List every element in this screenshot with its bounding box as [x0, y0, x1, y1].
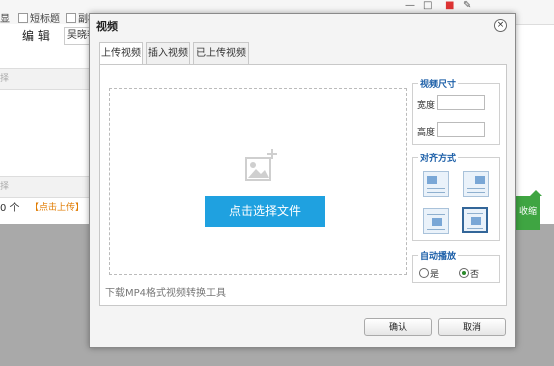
align-line: [427, 192, 445, 193]
tab-upload-video[interactable]: 上传视频: [99, 42, 143, 65]
choose-file-button[interactable]: 点击选择文件: [205, 196, 325, 227]
height-input[interactable]: [437, 122, 485, 137]
select-field-1[interactable]: 择: [0, 68, 92, 90]
autoplay-legend: 自动播放: [418, 249, 459, 262]
align-line: [467, 213, 483, 214]
dialog-title: 视频: [96, 20, 118, 33]
autoplay-no-label: 否: [470, 270, 480, 280]
alignment-group: 对齐方式: [412, 151, 500, 241]
red-icon[interactable]: ■: [445, 0, 454, 11]
select-field-1-label: 择: [0, 74, 10, 84]
radio-dot: [459, 268, 469, 278]
align-right-option[interactable]: [463, 171, 489, 197]
video-size-group: 视频尺寸 宽度 高度: [412, 77, 500, 145]
align-line: [467, 192, 485, 193]
file-count: 0 个: [0, 203, 20, 214]
align-picture: [475, 176, 485, 184]
upload-dropzone[interactable]: 点击选择文件: [109, 88, 407, 275]
checkbox-short-title[interactable]: 短标题: [18, 10, 60, 25]
select-field-2-label: 择: [0, 182, 10, 192]
confirm-button[interactable]: 确认: [364, 318, 432, 336]
edit-label: 编 辑: [22, 29, 50, 43]
align-line: [427, 188, 445, 189]
autoplay-group: 自动播放 是 否: [412, 249, 500, 283]
alignment-legend: 对齐方式: [418, 151, 459, 164]
align-line: [427, 229, 445, 230]
video-size-legend: 视频尺寸: [418, 77, 459, 90]
align-picture: [471, 217, 481, 225]
align-none-option[interactable]: [423, 208, 449, 234]
align-left-option[interactable]: [423, 171, 449, 197]
align-picture: [432, 218, 442, 226]
radio-dot: [419, 268, 429, 278]
width-label: 宽度: [417, 101, 436, 111]
clip-icon[interactable]: ✎: [463, 0, 471, 11]
image-add-icon: [245, 149, 277, 181]
align-center-option[interactable]: [462, 207, 488, 233]
width-input[interactable]: [437, 95, 485, 110]
align-line: [467, 228, 483, 229]
close-icon[interactable]: ×: [494, 19, 507, 32]
autoplay-yes-radio[interactable]: 是: [419, 267, 439, 280]
tab-panel: 点击选择文件 下载MP4格式视频转换工具 视频尺寸 宽度 高度 对齐方式 自动播…: [99, 64, 507, 306]
checkbox-show[interactable]: 显: [0, 10, 10, 25]
flag-icon[interactable]: —: [405, 0, 415, 11]
autoplay-yes-label: 是: [430, 270, 440, 280]
upload-link[interactable]: 【点击上传】: [30, 200, 84, 213]
download-converter-link[interactable]: 下载MP4格式视频转换工具: [105, 284, 226, 299]
autoplay-no-radio[interactable]: 否: [459, 267, 479, 280]
cancel-button[interactable]: 取消: [438, 318, 506, 336]
align-picture: [427, 176, 437, 184]
tab-uploaded-videos[interactable]: 已上传视频: [193, 42, 249, 64]
checkbox-box: [66, 13, 76, 23]
collapse-tab[interactable]: 收缩: [516, 190, 542, 230]
select-field-2[interactable]: 择: [0, 176, 92, 198]
paste-icon[interactable]: □: [423, 0, 432, 11]
checkbox-box: [18, 13, 28, 23]
align-line: [467, 188, 485, 189]
height-label: 高度: [417, 128, 436, 138]
align-line: [427, 214, 445, 215]
video-dialog: 视频 × 上传视频 插入视频 已上传视频 点击选择文件 下载MP4格式视频转换工…: [89, 13, 516, 348]
tab-insert-video[interactable]: 插入视频: [146, 42, 190, 64]
